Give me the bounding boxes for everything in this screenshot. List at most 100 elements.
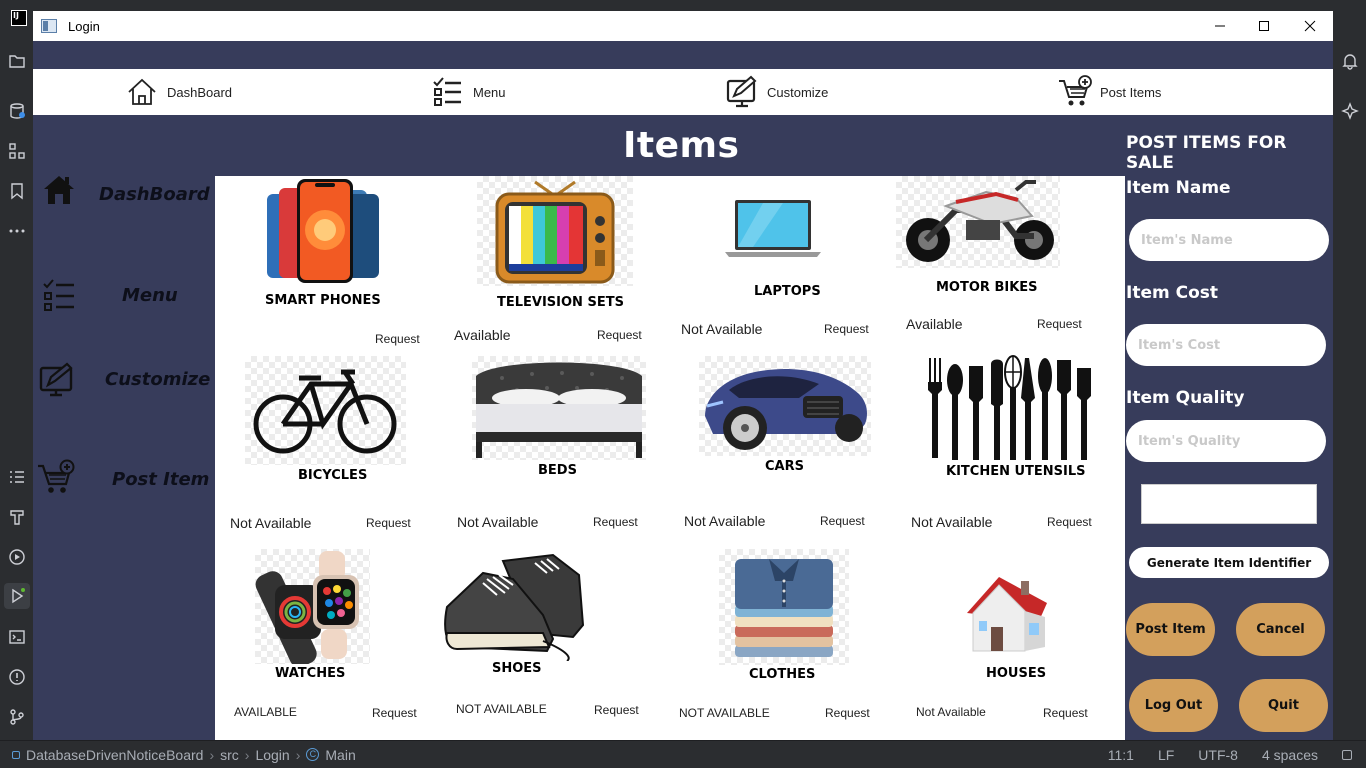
status-bar-right: 11:1 LF UTF-8 4 spaces: [1108, 741, 1366, 768]
structure-icon[interactable]: [7, 141, 27, 161]
sidebar-item-post-item[interactable]: [37, 459, 75, 497]
sidebar-item-customize[interactable]: [38, 361, 76, 399]
request-link[interactable]: Request: [824, 322, 869, 336]
more-icon[interactable]: [7, 221, 27, 241]
generate-identifier-button[interactable]: Generate Item Identifier: [1129, 547, 1329, 578]
home-icon: [128, 78, 156, 105]
request-link[interactable]: Request: [820, 514, 865, 528]
item-status: Available: [906, 316, 963, 332]
request-link[interactable]: Request: [593, 515, 638, 529]
intellij-logo-icon: IJ: [11, 10, 27, 26]
line-separator[interactable]: LF: [1158, 747, 1174, 763]
house-image: [959, 573, 1055, 657]
sidebar-label-menu[interactable]: Menu: [122, 285, 178, 306]
item-name: TELEVISION SETS: [497, 295, 624, 310]
item-status: Not Available: [230, 515, 312, 531]
ide-top-bar: [0, 0, 1366, 11]
git-icon[interactable]: [7, 707, 27, 727]
bookmark-icon[interactable]: [7, 181, 27, 201]
request-link[interactable]: Request: [597, 328, 642, 342]
breadcrumb-project[interactable]: DatabaseDrivenNoticeBoard: [26, 747, 203, 763]
todo-list-icon[interactable]: [7, 467, 27, 487]
item-name: KITCHEN UTENSILS: [946, 464, 1086, 479]
run-icon[interactable]: [4, 583, 30, 609]
sidebar-label-dashboard[interactable]: DashBoard: [99, 184, 210, 205]
sidebar-label-post-item[interactable]: Post Item: [112, 469, 209, 490]
lock-icon[interactable]: [1342, 750, 1352, 760]
quit-button[interactable]: Quit: [1239, 679, 1328, 732]
item-status: Not Available: [911, 514, 993, 530]
cart-plus-icon: [38, 459, 75, 493]
ide-right-toolbar: [1333, 0, 1366, 740]
request-link[interactable]: Request: [825, 706, 870, 720]
topnav-post-items-label: Post Items: [1100, 84, 1162, 100]
item-name: SMART PHONES: [265, 293, 381, 308]
item-name: BEDS: [538, 463, 577, 478]
item-name: HOUSES: [986, 666, 1047, 681]
post-item-button[interactable]: Post Item: [1126, 603, 1215, 656]
item-quality-label: Item Quality: [1126, 388, 1245, 408]
request-link[interactable]: Request: [366, 516, 411, 530]
problems-icon[interactable]: [7, 667, 27, 687]
request-link[interactable]: Request: [372, 706, 417, 720]
breadcrumb-src[interactable]: src: [220, 747, 239, 763]
bicycle-image: [245, 356, 406, 465]
item-identifier-field[interactable]: [1141, 484, 1317, 524]
sidebar-item-dashboard[interactable]: [40, 171, 78, 209]
request-link[interactable]: Request: [1047, 515, 1092, 529]
folder-icon[interactable]: [7, 51, 27, 71]
build-hammer-icon[interactable]: [7, 507, 27, 527]
television-image: [477, 176, 633, 286]
request-link[interactable]: Request: [1043, 706, 1088, 720]
item-name-label: Item Name: [1126, 178, 1231, 198]
login-window: Login DashBoard Menu Customize Post Item…: [33, 11, 1333, 740]
maximize-button[interactable]: [1241, 11, 1287, 41]
indent-setting[interactable]: 4 spaces: [1262, 747, 1318, 763]
breadcrumb: DatabaseDrivenNoticeBoard › src › Login …: [0, 747, 356, 763]
breadcrumb-separator-icon: ›: [244, 746, 250, 763]
app-window-icon: [41, 19, 57, 33]
notifications-icon[interactable]: [1340, 51, 1360, 71]
car-image: [699, 356, 871, 456]
laptop-image: [723, 198, 823, 260]
cancel-button[interactable]: Cancel: [1236, 603, 1325, 656]
item-quality-input[interactable]: [1126, 420, 1326, 462]
checklist-icon: [43, 279, 74, 311]
shoes-image: [443, 553, 587, 662]
cart-plus-icon: [1059, 75, 1092, 106]
motor-bike-image: [896, 176, 1060, 268]
topnav-dashboard[interactable]: DashBoard: [125, 69, 232, 115]
terminal-icon[interactable]: [7, 627, 27, 647]
request-link[interactable]: Request: [375, 332, 420, 346]
item-name-input[interactable]: [1129, 219, 1329, 261]
clothes-image: [719, 549, 849, 665]
breadcrumb-login[interactable]: Login: [255, 747, 289, 763]
page-title: Items: [623, 125, 740, 166]
file-encoding[interactable]: UTF-8: [1198, 747, 1238, 763]
kitchen-utensils-image: [925, 354, 1097, 464]
services-icon[interactable]: [7, 547, 27, 567]
cursor-position[interactable]: 11:1: [1108, 747, 1134, 763]
log-out-button[interactable]: Log Out: [1129, 679, 1218, 732]
bed-image: [472, 356, 646, 460]
breadcrumb-main[interactable]: Main: [325, 747, 355, 763]
close-button[interactable]: [1287, 11, 1333, 41]
window-titlebar: Login: [33, 11, 1333, 41]
topnav-menu[interactable]: Menu: [431, 69, 506, 115]
database-icon[interactable]: [7, 101, 27, 121]
home-icon: [44, 176, 74, 204]
topnav-customize[interactable]: Customize: [725, 69, 828, 115]
item-name: CLOTHES: [749, 667, 816, 682]
ai-assistant-icon[interactable]: [1340, 101, 1360, 121]
item-status: NOT AVAILABLE: [679, 706, 770, 720]
module-icon: [12, 750, 20, 759]
topnav-post-items[interactable]: Post Items: [1058, 69, 1161, 115]
sidebar-item-menu[interactable]: [41, 277, 79, 315]
item-cost-input[interactable]: [1126, 324, 1326, 366]
request-link[interactable]: Request: [594, 703, 639, 717]
breadcrumb-separator-icon: ›: [209, 746, 215, 763]
minimize-button[interactable]: [1197, 11, 1243, 41]
sidebar-label-customize[interactable]: Customize: [105, 369, 210, 390]
ide-status-bar: DatabaseDrivenNoticeBoard › src › Login …: [0, 740, 1366, 768]
request-link[interactable]: Request: [1037, 317, 1082, 331]
